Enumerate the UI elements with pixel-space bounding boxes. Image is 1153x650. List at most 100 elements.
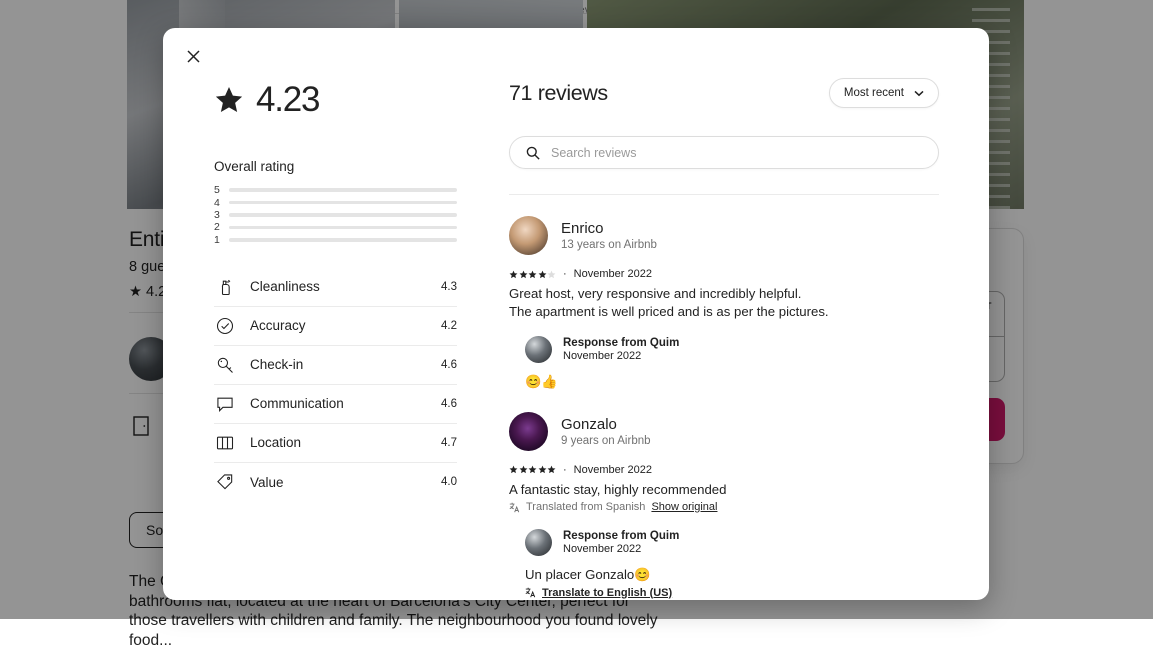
- translation-note: Translated from Spanish Show original: [509, 501, 939, 513]
- host-response-header: Response from Quim November 2022: [525, 529, 939, 556]
- category-row-location: Location 4.7: [214, 424, 457, 463]
- category-name: Value: [250, 475, 427, 490]
- star-rating: [509, 465, 556, 474]
- search-input[interactable]: [551, 146, 922, 160]
- avatar: [525, 336, 552, 363]
- star-icon: [547, 465, 556, 474]
- translation-note: Translate to English (US): [525, 587, 939, 599]
- host-response-body: Un placer Gonzalo😊: [525, 566, 939, 584]
- star-icon: [528, 465, 537, 474]
- sort-dropdown-label: Most recent: [844, 87, 904, 99]
- avatar: [525, 529, 552, 556]
- tag-icon: [214, 471, 236, 493]
- translate-to-english-link[interactable]: Translate to English (US): [542, 587, 672, 599]
- review-meta: · November 2022: [509, 268, 939, 280]
- translate-icon: [509, 502, 520, 513]
- host-response: Response from Quim November 2022 😊👍: [525, 336, 939, 391]
- overall-rating-label: Overall rating: [214, 159, 493, 174]
- host-response-date: November 2022: [563, 350, 679, 362]
- category-ratings: Cleanliness 4.3 Accuracy 4.2: [214, 268, 457, 502]
- category-row-communication: Communication 4.6: [214, 385, 457, 424]
- reviews-count-title: 71 reviews: [509, 81, 608, 106]
- translate-icon: [525, 587, 536, 598]
- close-button[interactable]: [177, 40, 209, 72]
- category-name: Check-in: [250, 357, 427, 372]
- category-name: Accuracy: [250, 318, 427, 333]
- rating-bar-track: [229, 213, 457, 217]
- rating-bar-stars: 4: [214, 197, 222, 209]
- category-value: 4.2: [441, 320, 457, 332]
- rating-bar-stars: 3: [214, 209, 222, 221]
- chevron-down-icon: [914, 90, 924, 97]
- reviewer-header[interactable]: Gonzalo 9 years on Airbnb: [509, 412, 939, 451]
- rating-bar-stars: 1: [214, 234, 222, 246]
- category-name: Cleanliness: [250, 279, 427, 294]
- translation-note-text: Translated from Spanish: [526, 501, 645, 513]
- rating-bar-stars: 5: [214, 184, 222, 196]
- rating-bar-track: [229, 188, 457, 192]
- star-icon: [538, 465, 547, 474]
- star-icon: [519, 270, 528, 279]
- rating-bar-row: 4: [214, 196, 457, 208]
- overall-score-value: 4.23: [256, 80, 319, 120]
- rating-distribution: 5 4 3 2 1: [214, 184, 457, 246]
- review-item: Gonzalo 9 years on Airbnb · November 202…: [509, 391, 939, 599]
- rating-bar-row: 2: [214, 221, 457, 233]
- map-icon: [214, 432, 236, 454]
- star-icon: [528, 270, 537, 279]
- reviewer-header[interactable]: Enrico 13 years on Airbnb: [509, 216, 939, 255]
- category-row-value: Value 4.0: [214, 463, 457, 502]
- rating-bar-row: 1: [214, 234, 457, 246]
- review-date: November 2022: [574, 268, 652, 280]
- star-icon: [547, 270, 556, 279]
- star-icon: [509, 465, 518, 474]
- sort-dropdown[interactable]: Most recent: [829, 78, 939, 108]
- category-row-checkin: Check-in 4.6: [214, 346, 457, 385]
- rating-bar-track: [229, 201, 457, 205]
- rating-summary-pane: 4.23 Overall rating 5 4 3 2 1: [163, 28, 493, 600]
- review-body: Great host, very responsive and incredib…: [509, 285, 939, 320]
- category-value: 4.6: [441, 398, 457, 410]
- show-original-link[interactable]: Show original: [651, 501, 717, 513]
- review-body-line: Great host, very responsive and incredib…: [509, 285, 939, 303]
- review-body: A fantastic stay, highly recommended: [509, 481, 939, 499]
- category-name: Location: [250, 435, 427, 450]
- host-response-date: November 2022: [563, 543, 679, 555]
- rating-bar-row: 3: [214, 209, 457, 221]
- host-response-title: Response from Quim: [563, 337, 679, 349]
- reviewer-name: Enrico: [561, 220, 657, 237]
- review-item: Enrico 13 years on Airbnb · November 202…: [509, 195, 939, 391]
- search-icon: [526, 146, 540, 160]
- category-value: 4.7: [441, 437, 457, 449]
- star-rating: [509, 270, 556, 279]
- host-response: Response from Quim November 2022 Un plac…: [525, 529, 939, 599]
- category-row-cleanliness: Cleanliness 4.3: [214, 268, 457, 307]
- review-meta: · November 2022: [509, 464, 939, 476]
- key-icon: [214, 354, 236, 376]
- reviewer-tenure: 13 years on Airbnb: [561, 239, 657, 251]
- avatar: [509, 412, 548, 451]
- message-icon: [214, 393, 236, 415]
- reviews-list-pane[interactable]: 71 reviews Most recent Enrico: [493, 28, 989, 600]
- category-value: 4.0: [441, 476, 457, 488]
- rating-bar-stars: 2: [214, 221, 222, 233]
- star-icon: [214, 85, 244, 115]
- separator-dot: ·: [563, 268, 567, 280]
- separator-dot: ·: [563, 464, 567, 476]
- category-value: 4.3: [441, 281, 457, 293]
- spray-bottle-icon: [214, 276, 236, 298]
- host-response-body: 😊👍: [525, 373, 939, 391]
- rating-bar-row: 5: [214, 184, 457, 196]
- review-body-line: A fantastic stay, highly recommended: [509, 481, 939, 499]
- category-row-accuracy: Accuracy 4.2: [214, 307, 457, 346]
- rating-bar-track: [229, 226, 457, 230]
- star-icon: [509, 270, 518, 279]
- host-response-title: Response from Quim: [563, 530, 679, 542]
- review-date: November 2022: [574, 464, 652, 476]
- category-name: Communication: [250, 396, 427, 411]
- search-reviews-field[interactable]: [509, 136, 939, 169]
- check-circle-icon: [214, 315, 236, 337]
- reviews-header: 71 reviews Most recent: [509, 78, 939, 108]
- star-icon: [538, 270, 547, 279]
- avatar: [509, 216, 548, 255]
